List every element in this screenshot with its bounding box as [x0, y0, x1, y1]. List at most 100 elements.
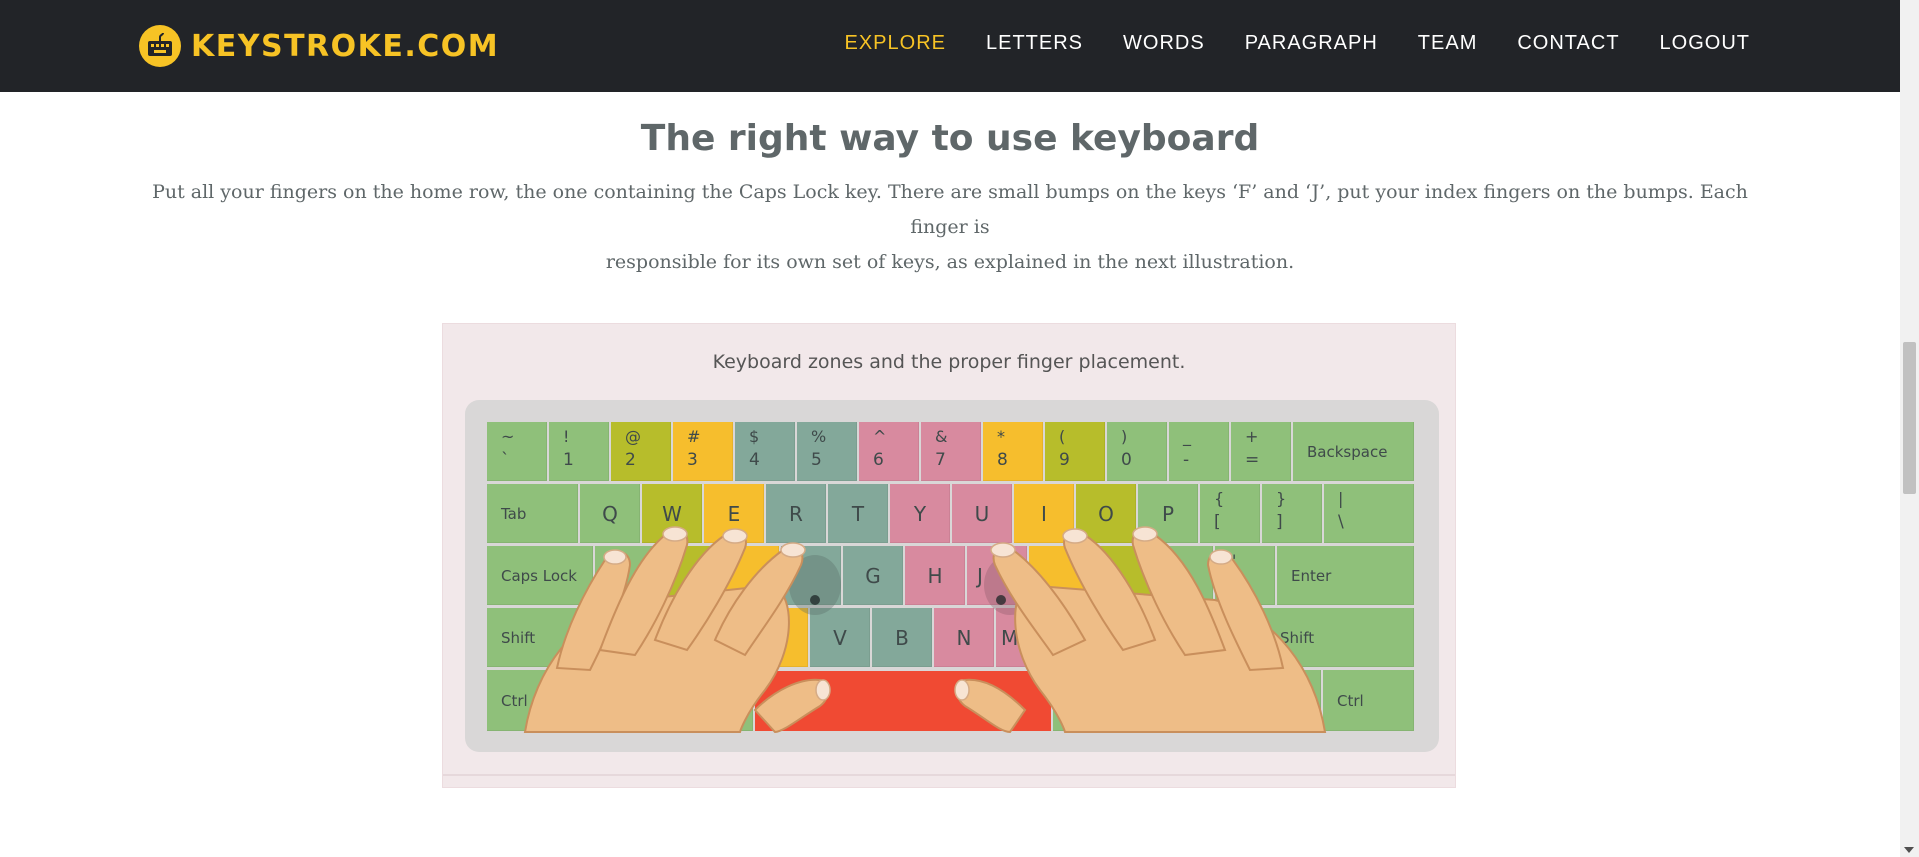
key-backslash-bottom: \	[1338, 512, 1344, 532]
key-backspace-label: Backspace	[1307, 442, 1388, 461]
key-a[interactable]	[595, 546, 655, 605]
key-period[interactable]	[1120, 608, 1180, 667]
key-x[interactable]: X	[686, 608, 746, 667]
key-y-label: Y	[913, 501, 927, 526]
main-nav: EXPLORE LETTERS WORDS PARAGRAPH TEAM CON…	[845, 0, 1751, 87]
key-1[interactable]: ! 1	[549, 422, 609, 481]
key-i[interactable]: I	[1014, 484, 1074, 543]
scroll-down-arrow-icon[interactable]	[1904, 847, 1914, 853]
key-left-shift[interactable]: Shift	[487, 608, 622, 667]
key-b[interactable]: B	[872, 608, 932, 667]
nav-explore[interactable]: EXPLORE	[845, 32, 946, 55]
key-right-shift[interactable]: Shift	[1244, 608, 1414, 667]
nav-letters[interactable]: LETTERS	[986, 32, 1083, 55]
key-q[interactable]: Q	[580, 484, 640, 543]
key-u-label: U	[974, 501, 990, 526]
key-lbracket-top: {	[1214, 489, 1225, 508]
key-3-top: #	[687, 427, 701, 446]
keyboard-frame: ~ ` ! 1 @ 2 # 3 $ 4 % 5 ^ 6 & 7 * 8 (9 …	[465, 400, 1439, 752]
nav-contact[interactable]: CONTACT	[1517, 32, 1619, 55]
key-n[interactable]: N	[934, 608, 994, 667]
key-l[interactable]	[1091, 546, 1151, 605]
key-c[interactable]	[748, 608, 808, 667]
key-capslock[interactable]: Caps Lock	[487, 546, 593, 605]
nav-logout[interactable]: LOGOUT	[1660, 32, 1750, 55]
key-p[interactable]: P	[1138, 484, 1198, 543]
key-right-ctrl[interactable]: Ctrl	[1323, 670, 1414, 731]
key-7-bottom: 7	[935, 450, 946, 470]
key-j-label: J	[977, 563, 983, 588]
key-w[interactable]: W	[642, 484, 702, 543]
key-7[interactable]: & 7	[921, 422, 981, 481]
illustration-divider	[443, 774, 1455, 776]
key-rbracket[interactable]: } ]	[1262, 484, 1322, 543]
key-menu[interactable]	[1155, 670, 1241, 731]
scrollbar-thumb[interactable]	[1903, 342, 1916, 494]
brand-name: KEYSTROKE.COM	[191, 28, 500, 64]
key-backspace[interactable]: Backspace	[1293, 422, 1414, 481]
key-enter[interactable]: Enter	[1277, 546, 1414, 605]
key-h[interactable]: H	[905, 546, 965, 605]
key-u[interactable]: U	[952, 484, 1012, 543]
key-1-top: !	[563, 427, 570, 446]
key-fn[interactable]	[1243, 670, 1321, 731]
key-6[interactable]: ^ 6	[859, 422, 919, 481]
key-0[interactable]: ) 0	[1107, 422, 1167, 481]
key-capslock-label: Caps Lock	[501, 566, 577, 585]
key-minus[interactable]: _ -	[1169, 422, 1229, 481]
key-9-bottom: 9	[1059, 450, 1070, 470]
key-j[interactable]: J	[967, 546, 1027, 605]
key-7-top: &	[935, 427, 948, 446]
key-rbracket-top: }	[1276, 489, 1287, 508]
key-equal[interactable]: + =	[1231, 422, 1291, 481]
key-backslash-top: |	[1338, 489, 1344, 508]
keyboard-icon	[139, 25, 181, 67]
illustration-caption: Keyboard zones and the proper finger pla…	[712, 351, 1186, 373]
key-5[interactable]: % 5	[797, 422, 857, 481]
brand-logo[interactable]: KEYSTROKE.COM	[139, 24, 499, 68]
nav-paragraph[interactable]: PARAGRAPH	[1245, 32, 1378, 55]
key-0-bottom: 0	[1121, 450, 1132, 470]
nav-words[interactable]: WORDS	[1123, 32, 1205, 55]
key-rbracket-bottom: ]	[1276, 512, 1283, 532]
key-8[interactable]: * 8	[983, 422, 1043, 481]
key-d[interactable]	[719, 546, 779, 605]
key-g[interactable]: G	[843, 546, 903, 605]
key-k[interactable]	[1029, 546, 1089, 605]
key-e-label: E	[727, 501, 741, 526]
key-y[interactable]: Y	[890, 484, 950, 543]
key-r-label: R	[789, 501, 803, 526]
key-s[interactable]	[657, 546, 717, 605]
page-scrollbar[interactable]	[1900, 0, 1919, 857]
key-left-alt[interactable]	[647, 670, 753, 731]
key-left-ctrl[interactable]: Ctrl	[487, 670, 573, 731]
key-r[interactable]: R	[766, 484, 826, 543]
key-left-win[interactable]	[575, 670, 645, 731]
key-t[interactable]: T	[828, 484, 888, 543]
key-4[interactable]: $ 4	[735, 422, 795, 481]
key-backtick[interactable]: ~ `	[487, 422, 547, 481]
key-q-label: Q	[602, 501, 618, 526]
key-t-label: T	[851, 501, 865, 526]
key-e[interactable]: E	[704, 484, 764, 543]
key-backslash[interactable]: | \	[1324, 484, 1414, 543]
key-v[interactable]: V	[810, 608, 870, 667]
key-3[interactable]: # 3	[673, 422, 733, 481]
key-quote[interactable]: " '	[1215, 546, 1275, 605]
key-slash[interactable]	[1182, 608, 1242, 667]
key-2[interactable]: @ 2	[611, 422, 671, 481]
key-v-label: V	[833, 625, 847, 650]
key-right-alt[interactable]	[1053, 670, 1153, 731]
key-semicolon[interactable]	[1153, 546, 1213, 605]
key-z[interactable]	[624, 608, 684, 667]
key-comma[interactable]	[1058, 608, 1118, 667]
key-right-shift-label: Shift	[1280, 628, 1315, 647]
key-f[interactable]	[781, 546, 841, 605]
key-9[interactable]: ( 9	[1045, 422, 1105, 481]
key-o[interactable]: O	[1076, 484, 1136, 543]
key-tab[interactable]: Tab	[487, 484, 578, 543]
key-m[interactable]: M	[996, 608, 1056, 667]
key-lbracket[interactable]: { [	[1200, 484, 1260, 543]
nav-team[interactable]: TEAM	[1418, 32, 1478, 55]
key-h-label: H	[927, 563, 943, 588]
